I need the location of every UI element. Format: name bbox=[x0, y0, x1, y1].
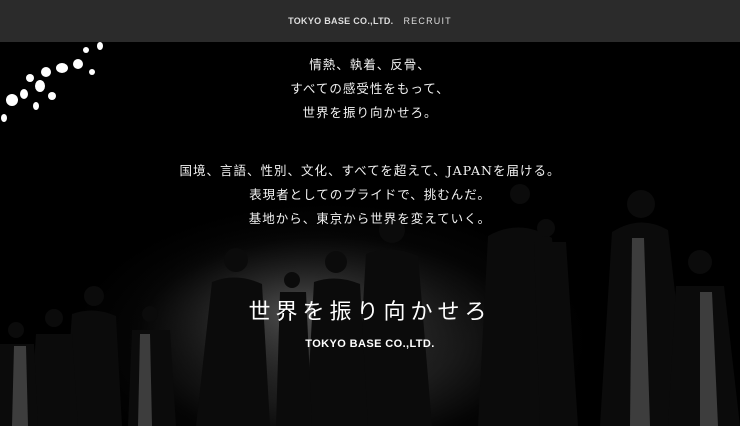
copy-line: 世界を振り向かせろ。 bbox=[302, 105, 438, 120]
recruit-link[interactable]: RECRUIT bbox=[403, 16, 451, 26]
hero-headline: 世界を振り向かせろ bbox=[248, 300, 492, 325]
hero-copy: 情熱、執着、反骨、 すべての感受性をもって、 世界を振り向かせろ。 国境、言語、… bbox=[0, 42, 740, 426]
copy-line: 基地から、東京から世界を変えていく。 bbox=[248, 211, 492, 226]
hero-company-logo: TOKYO BASE CO.,LTD. bbox=[305, 338, 435, 350]
company-logo-link[interactable]: TOKYO BASE CO.,LTD. bbox=[288, 16, 393, 26]
hero-section: 情熱、執着、反骨、 すべての感受性をもって、 世界を振り向かせろ。 国境、言語、… bbox=[0, 42, 740, 426]
copy-line: すべての感受性をもって、 bbox=[290, 81, 450, 96]
copy-line: 情熱、執着、反骨、 bbox=[309, 57, 431, 72]
copy-line: 表現者としてのプライドで、挑むんだ。 bbox=[249, 187, 491, 202]
top-navigation-bar: TOKYO BASE CO.,LTD. RECRUIT bbox=[0, 0, 740, 42]
copy-line: 国境、言語、性別、文化、すべてを超えて、JAPANを届ける。 bbox=[179, 163, 561, 178]
